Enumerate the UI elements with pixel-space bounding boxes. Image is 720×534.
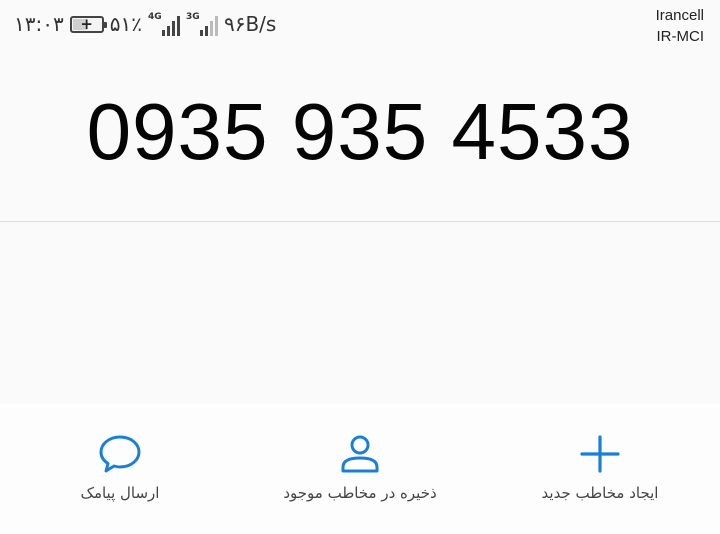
create-contact-label: ایجاد مخاطب جدید — [541, 484, 659, 502]
data-speed: ۹۶B/s — [223, 12, 277, 36]
create-new-contact-button[interactable]: ایجاد مخاطب جدید — [480, 404, 720, 534]
carrier-1: Irancell — [655, 7, 704, 24]
carrier-info: Irancell IR-MCI — [656, 5, 704, 47]
top-divider — [0, 221, 720, 222]
status-bar: ۱۳:۰۳ + ۵۱٪ 4G 3G ۹۶B/s Irancell IR-MCI — [0, 0, 720, 50]
phone-number: 0935 935 4533 — [86, 87, 634, 176]
signal-icon-sim2: 3G — [186, 12, 218, 36]
battery-percent: ۵۱٪ — [109, 12, 142, 36]
chat-bubble-icon — [99, 435, 141, 473]
carrier-2: IR-MCI — [656, 28, 705, 45]
network-type-sim2: 3G — [185, 12, 200, 22]
save-to-existing-contact-button[interactable]: ذخیره در مخاطب موجود — [240, 404, 480, 534]
save-to-existing-label: ذخیره در مخاطب موجود — [283, 484, 437, 502]
status-left: ۱۳:۰۳ + ۵۱٪ 4G 3G ۹۶B/s — [14, 10, 276, 38]
action-bar: ارسال پیامک ذخیره در مخاطب موجود ایجاد م… — [0, 404, 720, 534]
send-sms-button[interactable]: ارسال پیامک — [0, 404, 240, 534]
person-icon — [341, 435, 379, 473]
plus-icon — [580, 435, 620, 473]
signal-icon-sim1: 4G — [148, 12, 180, 36]
clock: ۱۳:۰۳ — [14, 12, 64, 36]
charging-icon: + — [80, 14, 93, 33]
battery-icon: + — [69, 14, 107, 33]
send-sms-label: ارسال پیامک — [80, 484, 160, 502]
network-type-sim1: 4G — [147, 12, 162, 22]
